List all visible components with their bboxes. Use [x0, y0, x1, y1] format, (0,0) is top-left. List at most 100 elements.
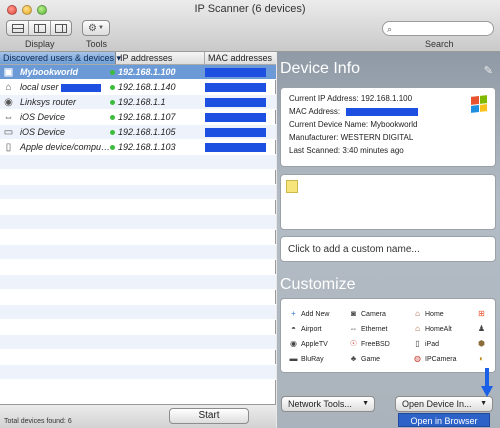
- empty-row: [0, 275, 276, 290]
- empty-row: [0, 260, 276, 275]
- status-online-icon: [110, 130, 115, 135]
- home-icon: ⌂: [5, 82, 12, 93]
- customize-title: Customize: [280, 276, 356, 293]
- inspector-pane: Device Info ✎ Current IP Address: 192.16…: [277, 52, 500, 428]
- icon-option-ethernet[interactable]: ⇔ Ethernet: [349, 324, 388, 333]
- icon-option-ipcamera[interactable]: ◍ IPCamera: [413, 354, 457, 363]
- icon-option-bluray[interactable]: ▬ BluRay: [289, 354, 324, 363]
- mac-address-text: MAC Address:: [289, 107, 419, 116]
- table-row[interactable]: ⌂ local user 192.168.1.140: [0, 80, 276, 95]
- open-device-in-popup[interactable]: Open Device In... ▼: [395, 396, 493, 412]
- other-device-icon: ◐: [479, 354, 484, 363]
- network-tools-popup[interactable]: Network Tools... ▼: [281, 396, 375, 412]
- game-icon: ♣: [350, 354, 357, 363]
- add-icon: +: [291, 309, 296, 318]
- open-in-browser-menu-item[interactable]: Open in Browser: [398, 413, 490, 427]
- ip-scanner-window: IP Scanner (6 devices) Display ⚙ ▼ Tools …: [0, 0, 500, 428]
- empty-row: [0, 185, 276, 200]
- device-ip: 192.168.1.103: [118, 142, 176, 152]
- ipod-icon: ▭: [3, 127, 14, 138]
- device-name-text: Current Device Name: Mybookworld: [289, 120, 418, 129]
- appletv-icon: ◉: [290, 339, 297, 348]
- icon-option-home[interactable]: ⌂ Home: [413, 309, 444, 318]
- status-online-icon: [110, 100, 115, 105]
- device-ip: 192.168.1.107: [118, 112, 176, 122]
- icon-option-device[interactable]: ⬢: [477, 339, 489, 348]
- airport-icon: ◓: [291, 324, 296, 333]
- wrench-icon[interactable]: ✎: [484, 64, 493, 77]
- network-tools-label: Network Tools...: [288, 399, 352, 409]
- display-columns-button[interactable]: [29, 21, 51, 35]
- icon-option-windows[interactable]: ⊞: [477, 309, 489, 318]
- chevron-down-icon: ▼: [362, 400, 369, 407]
- custom-name-placeholder: Click to add a custom name...: [288, 244, 420, 255]
- device-ip: 192.168.1.105: [118, 127, 176, 137]
- empty-row: [0, 305, 276, 320]
- table-row[interactable]: ▯ Apple device/compu… 192.168.1.103: [0, 140, 276, 155]
- display-list-button[interactable]: [7, 21, 29, 35]
- icon-option-freebsd[interactable]: ☉ FreeBSD: [349, 339, 390, 348]
- status-online-icon: [110, 145, 115, 150]
- display-detail-button[interactable]: [51, 21, 71, 35]
- icon-option-appletv[interactable]: ◉ AppleTV: [289, 339, 328, 348]
- customize-icon-grid: + Add New ◙ Camera ⌂ Home ⊞ ◓ Airport ⇔ Ether…: [280, 298, 496, 373]
- device-ip: 192.168.1.1: [118, 97, 166, 107]
- empty-row: [0, 335, 276, 350]
- sticky-note-icon: [286, 180, 298, 193]
- empty-row: [0, 230, 276, 245]
- router-icon: ◉: [4, 97, 13, 108]
- table-row[interactable]: ◉ Linksys router 192.168.1.1: [0, 95, 276, 110]
- icon-option-ipad[interactable]: ▯ iPad: [413, 339, 439, 348]
- windows-logo-icon: [471, 95, 487, 113]
- column-header-ip[interactable]: IP addresses: [117, 52, 205, 64]
- total-devices-text: Total devices found: 6: [4, 418, 72, 425]
- annotation-arrow-icon: [481, 368, 493, 397]
- icon-option-homealt[interactable]: ⌂ HomeAlt: [413, 324, 452, 333]
- empty-row: [0, 245, 276, 260]
- ipcamera-icon: ◍: [414, 354, 421, 363]
- open-device-label: Open Device In...: [402, 399, 472, 409]
- start-button[interactable]: Start: [169, 408, 249, 424]
- manufacturer-text: Manufacturer: WESTERN DIGITAL: [289, 133, 414, 142]
- device-name: iOS Device: [20, 127, 66, 137]
- mac-redacted: [205, 128, 266, 137]
- mac-redacted: [205, 143, 266, 152]
- device-name: Linksys router: [20, 97, 77, 107]
- column-header-mac[interactable]: MAC addresses: [206, 52, 276, 64]
- icon-option-other[interactable]: ◐: [477, 354, 489, 363]
- tools-menu-button[interactable]: ⚙ ▼: [82, 20, 110, 36]
- table-row[interactable]: ▣ Mybookworld 192.168.1.100: [0, 65, 276, 80]
- device-list-pane: Discovered users & devices ▾ IP addresse…: [0, 52, 276, 428]
- device-info-title: Device Info: [280, 60, 361, 77]
- column-header-devices[interactable]: Discovered users & devices ▾: [0, 52, 121, 64]
- empty-row: [0, 155, 276, 170]
- search-icon: ⌕: [387, 24, 393, 34]
- empty-row: [0, 320, 276, 335]
- phone-icon: ▯: [5, 142, 12, 153]
- empty-row: [0, 350, 276, 365]
- mac-redacted: [205, 113, 266, 122]
- display-segmented-control: [6, 20, 72, 36]
- notes-card[interactable]: [280, 174, 496, 230]
- device-ip: 192.168.1.140: [118, 82, 176, 92]
- custom-name-field[interactable]: Click to add a custom name...: [280, 236, 496, 262]
- device-name: iOS Device: [20, 112, 66, 122]
- device-info-card: Current IP Address: 192.168.1.100 MAC Ad…: [280, 87, 496, 167]
- table-row[interactable]: ▭ iOS Device 192.168.1.105: [0, 125, 276, 140]
- icon-option-linux[interactable]: ♟: [477, 324, 489, 333]
- status-bar: Total devices found: 6 Start: [0, 404, 276, 428]
- ethernet-icon: ⇔: [349, 324, 358, 333]
- icon-option-add-new[interactable]: + Add New: [289, 309, 329, 318]
- windows-icon: ⊞: [478, 309, 485, 318]
- table-row[interactable]: ⇔ iOS Device 192.168.1.107: [0, 110, 276, 125]
- last-scanned-text: Last Scanned: 3:40 minutes ago: [289, 146, 404, 155]
- empty-row: [0, 170, 276, 185]
- search-input[interactable]: ⌕: [382, 21, 494, 36]
- icon-option-airport[interactable]: ◓ Airport: [289, 324, 322, 333]
- icon-option-camera[interactable]: ◙ Camera: [349, 309, 386, 318]
- home-alt-icon: ⌂: [415, 324, 420, 333]
- empty-row: [0, 365, 276, 380]
- home-icon: ⌂: [415, 309, 420, 318]
- icon-option-game[interactable]: ♣ Game: [349, 354, 380, 363]
- tools-label: Tools: [86, 39, 108, 49]
